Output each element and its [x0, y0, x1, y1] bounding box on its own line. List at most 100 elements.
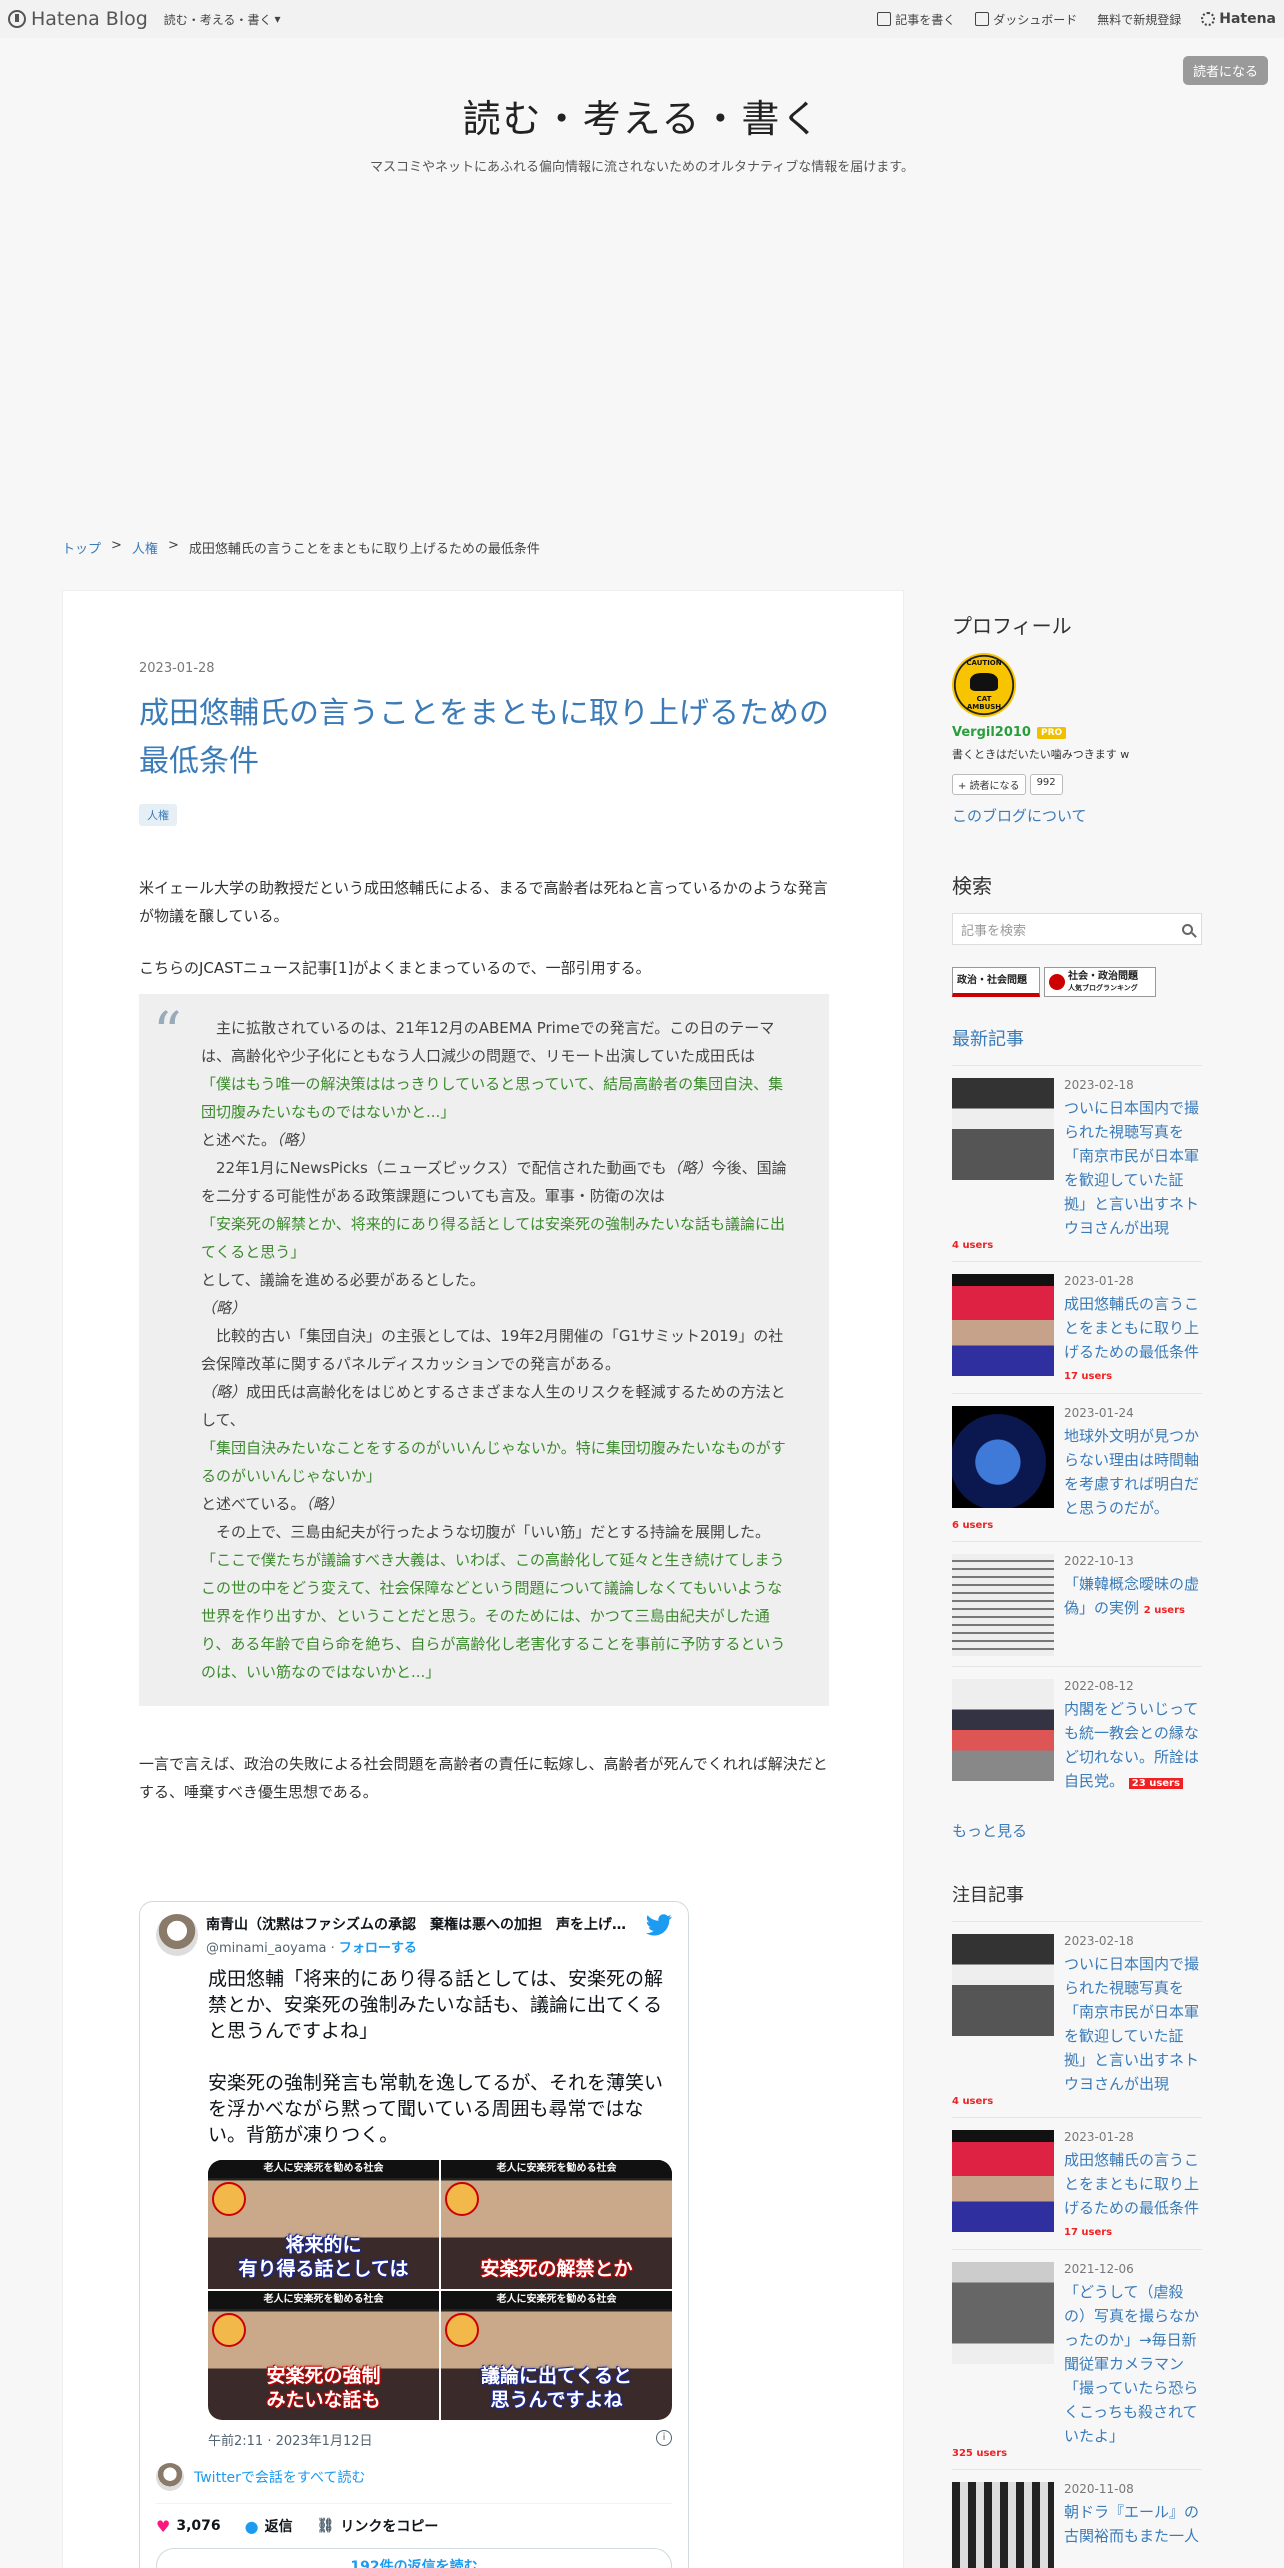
- copy-link-button[interactable]: ⛓ リンクをコピー: [317, 2516, 439, 2536]
- blockquote: “ 主に拡散されているのは、21年12月のABEMA Primeでの発言だ。この…: [139, 994, 829, 1706]
- bookmark-users[interactable]: 325 users: [952, 2448, 1202, 2459]
- entry-thumbnail[interactable]: [952, 1554, 1054, 1656]
- breadcrumb-separator: >: [111, 538, 122, 553]
- write-article-label: 記事を書く: [895, 12, 956, 27]
- tweet-timestamp[interactable]: 午前2:11 · 2023年1月12日: [208, 2430, 373, 2449]
- tweet-media-grid[interactable]: 老人に安楽死を勧める社会 将来的に 有り得る話としては 老人に安楽死を勧める社会…: [208, 2160, 672, 2420]
- tweet-follow-link[interactable]: フォローする: [339, 1941, 417, 1956]
- quote-text: と述べている。（略）: [201, 1495, 343, 1513]
- breadcrumb-top[interactable]: トップ: [62, 538, 101, 557]
- search-icon[interactable]: [1182, 923, 1193, 935]
- entry-thumbnail[interactable]: [952, 1078, 1054, 1180]
- tweet-image[interactable]: 老人に安楽死を勧める社会 安楽死の強制 みたいな話も: [208, 2291, 439, 2420]
- link-icon: ⛓: [316, 2518, 335, 2534]
- signup-link[interactable]: 無料で新規登録: [1097, 11, 1181, 28]
- quote-text: 主に拡散されているのは、21年12月のABEMA Primeでの発言だ。この日の…: [201, 1019, 775, 1065]
- bookmark-users[interactable]: 17 users: [1064, 1371, 1112, 1382]
- article-paragraph: 一言で言えば、政治の失敗による社会問題を高齢者の責任に転嫁し、高齢者が死んでくれ…: [139, 1755, 828, 1801]
- sidebar: プロフィール CAUTION CAT AMBUSH Vergil2010 PRO…: [952, 610, 1202, 2568]
- entry-thumbnail[interactable]: [952, 1274, 1054, 1376]
- latest-entry[interactable]: 2023-01-24 地球外文明が見つからない理由は時間軸を考慮すれば明白だと思…: [952, 1393, 1202, 1541]
- tweet-image[interactable]: 老人に安楽死を勧める社会 議論に出てくると 思うんですよね: [441, 2291, 672, 2420]
- profile-heading: プロフィール: [952, 614, 1072, 638]
- quote-text: として、議論を進める必要があるとした。: [201, 1271, 485, 1289]
- reply-button[interactable]: ● 返信: [245, 2516, 293, 2536]
- entry-thumbnail[interactable]: [952, 2130, 1054, 2232]
- category-tag[interactable]: 人権: [139, 804, 177, 826]
- dashboard-label: ダッシュボード: [993, 12, 1078, 27]
- dashboard-link[interactable]: ダッシュボード: [975, 11, 1077, 28]
- cat-silhouette-icon: [970, 673, 998, 691]
- featured-entry[interactable]: 2023-01-28 成田悠輔氏の言うことをまともに取り上げるための最低条件 1…: [952, 2117, 1202, 2249]
- info-icon[interactable]: i: [656, 2430, 672, 2446]
- profile-avatar[interactable]: CAUTION CAT AMBUSH: [952, 653, 1016, 717]
- latest-entry[interactable]: 2022-10-13 「嫌韓概念曖昧の虚偽」の実例 2 users: [952, 1541, 1202, 1666]
- read-conversation-link[interactable]: Twitterで会話をすべて読む: [140, 2449, 688, 2491]
- tweet-image[interactable]: 老人に安楽死を勧める社会 安楽死の解禁とか: [441, 2160, 672, 2289]
- tweet-image[interactable]: 老人に安楽死を勧める社会 将来的に 有り得る話としては: [208, 2160, 439, 2289]
- entry-thumbnail[interactable]: [952, 1679, 1054, 1781]
- tweet-avatar[interactable]: [156, 1914, 198, 1956]
- ranking-banner-blog[interactable]: 社会・政治問題 人気ブログランキング: [1044, 967, 1156, 997]
- tweet-avatar-small: [156, 2463, 184, 2491]
- latest-entry[interactable]: 2023-02-18 ついに日本国内で撮られた視聴写真を「南京市民が日本軍を歓迎…: [952, 1065, 1202, 1261]
- bookmark-users[interactable]: 2 users: [1144, 1605, 1185, 1616]
- article-title[interactable]: 成田悠輔氏の言うことをまともに取り上げるための最低条件: [139, 690, 829, 786]
- channel-badge-icon: [445, 2182, 479, 2216]
- entry-thumbnail[interactable]: [952, 2262, 1054, 2364]
- read-replies-button[interactable]: 192件の返信を読む: [156, 2548, 672, 2568]
- latest-articles-heading[interactable]: 最新記事: [952, 1025, 1202, 1051]
- breadcrumb-current: 成田悠輔氏の言うことをまともに取り上げるための最低条件: [188, 542, 540, 557]
- hatena-menu[interactable]: Hatena: [1201, 11, 1276, 27]
- entry-thumbnail[interactable]: [952, 1934, 1054, 2036]
- featured-entry[interactable]: 2020-11-08 朝ドラ『エール』の古関裕而もまた一人: [952, 2469, 1202, 2568]
- write-article-link[interactable]: 記事を書く: [877, 11, 955, 28]
- latest-entry[interactable]: 2023-01-28 成田悠輔氏の言うことをまともに取り上げるための最低条件 1…: [952, 1261, 1202, 1393]
- subscribe-button-small[interactable]: + 読者になる: [952, 774, 1026, 795]
- bookmark-users[interactable]: 4 users: [952, 2096, 1202, 2107]
- entry-thumbnail[interactable]: [952, 2482, 1054, 2568]
- profile-name[interactable]: Vergil2010: [952, 725, 1031, 740]
- hatena-label: Hatena: [1219, 11, 1276, 27]
- more-articles-link[interactable]: もっと見る: [952, 1820, 1202, 1841]
- tweet-author-name[interactable]: 南青山（沈黙はファシズムの承認 棄権は悪への加担 声を上げよう）: [206, 1914, 626, 1934]
- article-paragraph: 米イェール大学の助教授だという成田悠輔氏による、まるで高齢者は死ねと言っているか…: [139, 879, 828, 925]
- entry-thumbnail[interactable]: [952, 1406, 1054, 1508]
- breadcrumb-separator: >: [167, 538, 179, 553]
- latest-entry[interactable]: 2022-08-12 内閣をどういじっても統一教会との縁など切れない。所詮は自民…: [952, 1666, 1202, 1806]
- quote-highlight: 「安楽死の解禁とか、将来的にあり得る話としては安楽死の強制みたいな話も議論に出て…: [201, 1215, 785, 1261]
- breadcrumb: トップ > 人権 > 成田悠輔氏の言うことをまともに取り上げるための最低条件: [62, 538, 540, 557]
- like-button[interactable]: ♥ 3,076: [156, 2516, 221, 2536]
- quote-text: （略）成田氏は高齢化をはじめとするさまざまな人生のリスクを軽減するための方法とし…: [201, 1383, 786, 1429]
- featured-entry[interactable]: 2023-02-18 ついに日本国内で撮られた視聴写真を「南京市民が日本軍を歓迎…: [952, 1921, 1202, 2117]
- embedded-tweet[interactable]: 南青山（沈黙はファシズムの承認 棄権は悪への加担 声を上げよう） @minami…: [139, 1901, 689, 2568]
- caret-down-icon: ▾: [274, 12, 281, 26]
- bookmark-users[interactable]: 6 users: [952, 1520, 1202, 1531]
- twitter-bird-icon[interactable]: [646, 1914, 672, 1936]
- ranking-banner-politics[interactable]: 政治・社会問題: [952, 967, 1040, 997]
- channel-badge-icon: [212, 2182, 246, 2216]
- article-paragraph: こちらのJCASTニュース記事[1]がよくまとまっているので、一部引用する。: [139, 959, 651, 977]
- bookmark-users[interactable]: 23 users: [1128, 1778, 1183, 1789]
- featured-entry[interactable]: 2021-12-06 「どうして（虐殺の）写真を撮らなかったのか」→毎日新聞従軍…: [952, 2249, 1202, 2469]
- subscribe-button[interactable]: 読者になる: [1182, 56, 1268, 85]
- article-date[interactable]: 2023-01-28: [139, 661, 829, 676]
- blog-description: マスコミやネットにあふれる偏向情報に流されないためのオルタナティブな情報を届けま…: [370, 160, 914, 175]
- quote-text: と述べた。（略）: [201, 1131, 314, 1149]
- quote-mark-icon: “: [153, 1001, 182, 1066]
- blog-menu-dropdown[interactable]: 読む・考える・書く ▾: [164, 11, 281, 28]
- tweet-handle[interactable]: @minami_aoyama: [206, 1941, 326, 1956]
- hatena-blog-logo[interactable]: Hatena Blog: [8, 8, 148, 30]
- profile-bio: 書くときはだいたい噛みつきます w: [952, 748, 1130, 761]
- search-input[interactable]: 記事を検索: [952, 913, 1202, 945]
- article: 2023-01-28 成田悠輔氏の言うことをまともに取り上げるための最低条件 人…: [62, 590, 904, 2568]
- breadcrumb-category[interactable]: 人権: [132, 538, 158, 557]
- blog-menu-label: 読む・考える・書く: [163, 12, 272, 27]
- hatena-blog-brand: Hatena Blog: [31, 8, 148, 30]
- bookmark-users[interactable]: 17 users: [1064, 2227, 1112, 2238]
- bookmark-users[interactable]: 4 users: [952, 1240, 1202, 1251]
- ranking-banners: 政治・社会問題 社会・政治問題 人気ブログランキング: [952, 967, 1202, 997]
- quote-text: 比較的古い「集団自決」の主張としては、19年2月開催の「G1サミット2019」の…: [201, 1327, 784, 1373]
- blog-title[interactable]: 読む・考える・書く: [0, 88, 1284, 143]
- about-blog-link[interactable]: このブログについて: [952, 805, 1202, 826]
